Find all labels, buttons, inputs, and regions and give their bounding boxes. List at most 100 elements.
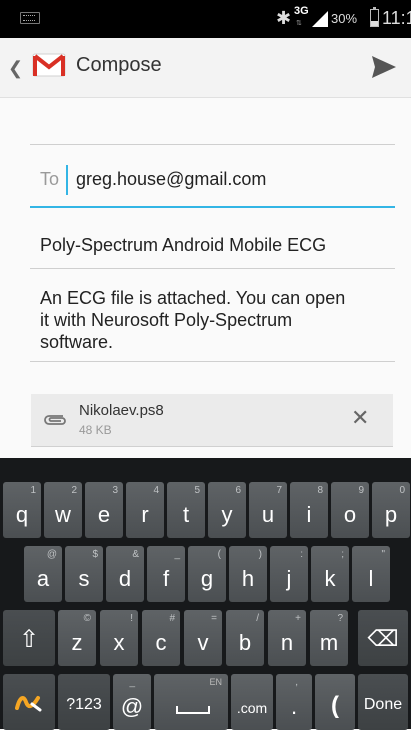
key-hint: @: [46, 549, 57, 560]
body-line: software.: [40, 332, 114, 352]
space-key[interactable]: EN: [154, 674, 228, 730]
key-hint: $: [92, 549, 98, 560]
swype-logo-key[interactable]: [3, 674, 55, 730]
key-label: c: [155, 630, 167, 655]
key-o[interactable]: 9o: [331, 482, 369, 538]
key-label: m: [319, 630, 339, 655]
key-hint: 9: [358, 485, 364, 496]
key-hint: :: [300, 549, 303, 560]
done-key[interactable]: Done: [358, 674, 408, 730]
dotcom-key[interactable]: .com: [231, 674, 273, 730]
key-s[interactable]: $ s: [65, 546, 103, 602]
key-label: s: [78, 566, 90, 591]
key-label: e: [97, 502, 111, 527]
from-field-underline: [30, 144, 395, 145]
key-hint: 5: [194, 485, 200, 496]
status-bar: ✱ 3G ⇅ 30% 11:13: [0, 0, 411, 38]
key-b[interactable]: / b: [226, 610, 264, 666]
keyboard-icon: [20, 12, 40, 24]
key-z[interactable]: © z: [58, 610, 96, 666]
at-key[interactable]: _ @: [113, 674, 151, 730]
key-hint: #: [169, 613, 175, 624]
key-i[interactable]: 8i: [290, 482, 328, 538]
remove-attachment-icon[interactable]: ✕: [351, 407, 369, 429]
key-hint: 7: [276, 485, 282, 496]
key-label: g: [200, 566, 214, 591]
key-hint: (: [217, 549, 221, 560]
action-bar: ❮ Compose: [0, 38, 411, 98]
key-c[interactable]: # c: [142, 610, 180, 666]
key-a[interactable]: @ a: [24, 546, 62, 602]
body-line: An ECG file is attached. You can open: [40, 288, 346, 308]
battery-percent: 30%: [331, 11, 358, 26]
key-k[interactable]: ; k: [311, 546, 349, 602]
key-hint: 2: [71, 485, 77, 496]
signal-icon: [312, 11, 328, 27]
paperclip-icon: [44, 415, 66, 425]
key-label: k: [324, 566, 336, 591]
battery-level: [371, 21, 378, 26]
key-q[interactable]: 1q: [3, 482, 41, 538]
key-r[interactable]: 4r: [126, 482, 164, 538]
key-m[interactable]: ? m: [310, 610, 348, 666]
subject-field[interactable]: Poly-Spectrum Android Mobile ECG: [40, 235, 326, 256]
symbols-key[interactable]: ?123: [58, 674, 110, 730]
swype-logo-icon: [15, 696, 42, 712]
key-f[interactable]: _ f: [147, 546, 185, 602]
key-label: w: [55, 502, 71, 527]
key-hint: 1: [30, 485, 36, 496]
key-x[interactable]: ! x: [100, 610, 138, 666]
key-label: y: [221, 502, 233, 527]
key-n[interactable]: + n: [268, 610, 306, 666]
period-key[interactable]: , .: [276, 674, 312, 730]
key-l[interactable]: " l: [352, 546, 390, 602]
attachment-chip[interactable]: Nikolaev.ps8 48 KB ✕: [31, 394, 393, 447]
key-label: v: [197, 630, 209, 655]
key-w[interactable]: 2w: [44, 482, 82, 538]
key-g[interactable]: (g: [188, 546, 226, 602]
shift-key[interactable]: ⇧: [3, 610, 55, 666]
key-d[interactable]: & d: [106, 546, 144, 602]
key-hint: 8: [317, 485, 323, 496]
key-label: q: [15, 502, 29, 527]
key-hint: !: [130, 613, 133, 624]
key-label: a: [36, 566, 50, 591]
back-chevron-icon[interactable]: ❮: [8, 58, 23, 79]
body-field[interactable]: An ECG file is attached. You can open it…: [40, 287, 390, 353]
key-t[interactable]: 5t: [167, 482, 205, 538]
key-h[interactable]: ) h: [229, 546, 267, 602]
key-label: f: [162, 566, 170, 591]
key-label: l: [368, 566, 374, 591]
subject-field-underline: [30, 268, 395, 269]
emoji-key[interactable]: (: [315, 674, 355, 730]
key-label: b: [238, 630, 252, 655]
key-u[interactable]: 7u: [249, 482, 287, 538]
clock: 11:13: [382, 8, 411, 28]
key-label: r: [141, 502, 149, 527]
attachment-filename: Nikolaev.ps8: [79, 402, 164, 419]
key-y[interactable]: 6y: [208, 482, 246, 538]
key-hint: =: [211, 613, 217, 624]
send-icon[interactable]: [368, 52, 398, 82]
key-hint: 6: [235, 485, 241, 496]
key-label: o: [343, 502, 357, 527]
backspace-key[interactable]: ⌫: [358, 610, 408, 666]
text-cursor: [66, 165, 68, 195]
key-label: n: [280, 630, 294, 655]
key-j[interactable]: :j: [270, 546, 308, 602]
key-label: j: [286, 566, 292, 591]
key-hint: +: [295, 613, 301, 624]
key-label: x: [113, 630, 125, 655]
key-hint: &: [132, 549, 139, 560]
to-field-underline: [30, 206, 395, 208]
key-hint: /: [256, 613, 259, 624]
key-v[interactable]: = v: [184, 610, 222, 666]
network-type: 3G: [294, 5, 309, 17]
key-e[interactable]: 3e: [85, 482, 123, 538]
gmail-logo[interactable]: [32, 52, 66, 78]
key-p[interactable]: 0p: [372, 482, 410, 538]
to-field[interactable]: greg.house@gmail.com: [76, 169, 266, 190]
bluetooth-icon: ✱: [276, 8, 292, 28]
battery-icon: [370, 7, 379, 27]
key-hint: 0: [399, 485, 405, 496]
